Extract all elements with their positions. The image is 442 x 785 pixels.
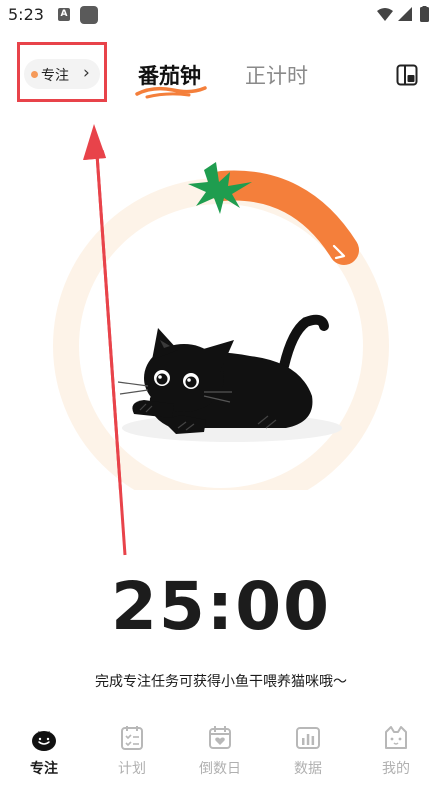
nav-label-countdown: 倒数日 <box>199 761 241 777</box>
focus-tip-text: 完成专注任务可获得小鱼干喂养猫咪哦～ <box>95 674 347 690</box>
nav-label-focus: 专注 <box>30 761 58 777</box>
app-notification-icon <box>80 6 98 24</box>
checklist-icon <box>121 726 143 750</box>
wifi-icon <box>377 8 393 21</box>
nav-label-data: 数据 <box>294 761 322 777</box>
nav-item-mine[interactable]: 我的 <box>352 718 440 785</box>
status-time: 5:23 <box>8 5 44 24</box>
nav-item-plan[interactable]: 计划 <box>88 718 176 785</box>
bottom-nav: 专注 计划 倒数日 数据 我的 <box>0 718 442 785</box>
tab-count-up[interactable]: 正计时 <box>245 60 308 90</box>
layout-switch-icon[interactable] <box>395 63 419 87</box>
timer-display[interactable]: 25:00 <box>0 568 442 645</box>
nav-item-data[interactable]: 数据 <box>264 718 352 785</box>
annotation-highlight-box <box>17 42 107 102</box>
battery-icon <box>420 6 429 22</box>
nav-label-plan: 计划 <box>118 761 146 777</box>
a-notification-icon: A <box>58 8 70 21</box>
annotation-arrowhead <box>84 150 106 160</box>
calendar-heart-icon <box>209 726 231 749</box>
nav-item-countdown[interactable]: 倒数日 <box>176 718 264 785</box>
tab-active-underline <box>135 86 207 99</box>
bar-chart-icon <box>296 727 320 749</box>
cat-face-icon <box>385 726 407 749</box>
black-cat-illustration <box>117 314 329 434</box>
nav-item-focus[interactable]: 专注 <box>0 718 88 785</box>
status-icons <box>377 6 429 22</box>
signal-icon <box>398 7 412 21</box>
timer-graphic <box>53 150 389 490</box>
tomato-icon <box>32 731 56 751</box>
nav-label-mine: 我的 <box>382 761 410 777</box>
status-bar: 5:23 A <box>0 0 442 32</box>
